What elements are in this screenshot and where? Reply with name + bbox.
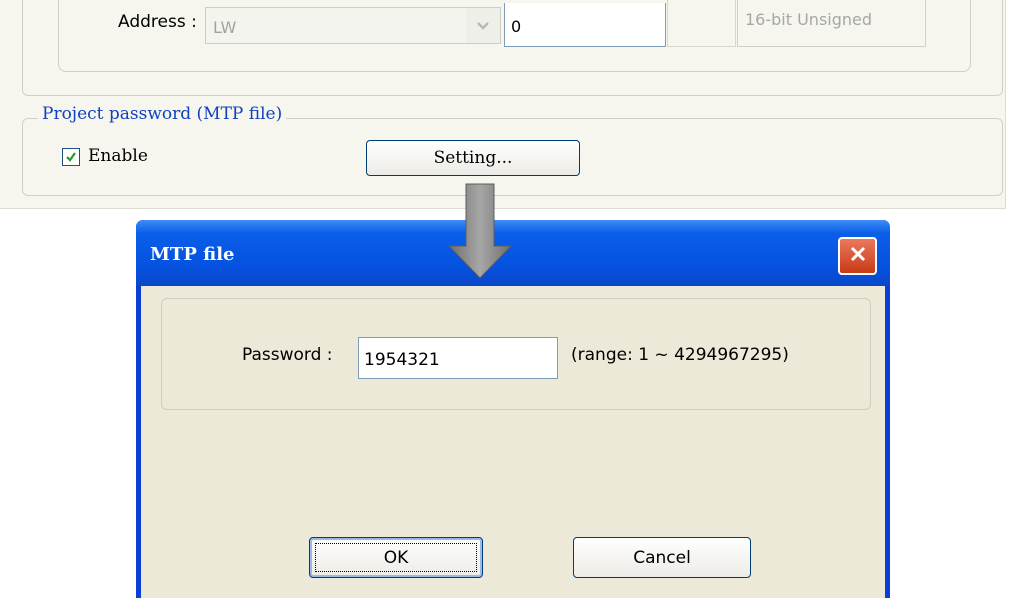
address-device-value: LW <box>213 18 237 37</box>
cancel-button[interactable]: Cancel <box>573 537 751 578</box>
address-data-type-field: 16-bit Unsigned <box>737 0 926 47</box>
password-input[interactable]: 1954321 <box>358 337 558 379</box>
close-button[interactable] <box>838 237 877 275</box>
password-label: Password : <box>242 345 333 365</box>
parent-dialog-panel: Address : LW 0 16-bit Unsigned Project p… <box>0 0 1006 209</box>
address-label: Address : <box>118 12 197 32</box>
address-data-type-text: 16-bit Unsigned <box>745 10 873 29</box>
ok-button[interactable]: OK <box>309 537 483 578</box>
address-value-text: 0 <box>511 17 522 36</box>
checkmark-icon <box>65 148 77 167</box>
enable-checkbox-label[interactable]: Enable <box>88 146 148 166</box>
chevron-down-icon <box>476 16 490 35</box>
address-value-field[interactable]: 0 <box>504 3 666 47</box>
setting-button[interactable]: Setting... <box>366 140 580 176</box>
dialog-client-area: Password : 1954321 (range: 1 ~ 429496729… <box>141 286 885 598</box>
address-device-dropdown-button[interactable] <box>466 8 500 43</box>
dialog-titlebar[interactable]: MTP file <box>136 220 890 286</box>
address-spacer <box>667 0 736 47</box>
enable-checkbox[interactable] <box>62 148 80 166</box>
dialog-title: MTP file <box>150 244 235 265</box>
ok-button-label: OK <box>315 543 477 572</box>
password-input-value: 1954321 <box>364 350 440 370</box>
address-device-combobox[interactable]: LW <box>205 7 501 44</box>
project-password-group-title: Project password (MTP file) <box>38 104 287 124</box>
mtp-file-dialog: MTP file Password : 1954321 (range: 1 ~ … <box>136 220 890 598</box>
close-icon <box>849 245 867 267</box>
password-range-hint: (range: 1 ~ 4294967295) <box>571 345 789 365</box>
